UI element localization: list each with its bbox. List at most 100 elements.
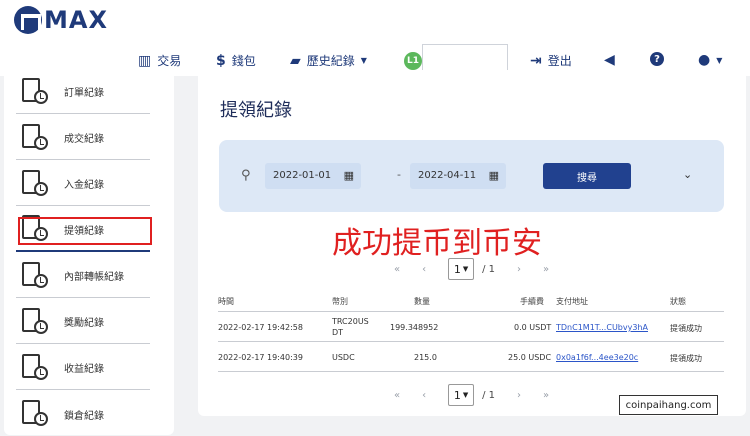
highlight-box bbox=[18, 217, 152, 245]
page-total: / 1 bbox=[482, 389, 496, 401]
sidebar-item-label: 內部轉帳紀錄 bbox=[64, 272, 124, 283]
trade-history-icon bbox=[20, 122, 52, 154]
announcement-button[interactable]: ◀ bbox=[604, 52, 615, 68]
sidebar-item-label: 鎖倉紀錄 bbox=[64, 410, 104, 422]
sidebar-item-deposits[interactable]: 入金紀錄 bbox=[16, 162, 150, 206]
row-address-link[interactable]: TDnC1M1T...CUbvy3hA bbox=[556, 323, 648, 332]
row-status: 提領成功 bbox=[670, 354, 702, 363]
caret-down-icon: ▼ bbox=[360, 56, 367, 65]
header-time: 時間 bbox=[218, 297, 234, 306]
sidebar-item-locked[interactable]: 鎖倉紀錄 bbox=[16, 392, 150, 436]
sidebar-item-earnings[interactable]: 收益紀錄 bbox=[16, 346, 150, 390]
nav-logout[interactable]: ⇥ 登出 bbox=[530, 52, 572, 69]
page-select[interactable]: 1 ▼ bbox=[448, 258, 475, 280]
user-name-box[interactable] bbox=[422, 44, 508, 72]
row-fee: 0.0 USDT bbox=[514, 323, 552, 332]
nav-trade-label: 交易 bbox=[157, 54, 182, 68]
page-select-value: 1 bbox=[453, 388, 461, 402]
sidebar-item-rewards[interactable]: 獎勵紀錄 bbox=[16, 300, 150, 344]
table-header: 時間 幣別 數量 手續費 支付地址 狀態 bbox=[218, 294, 724, 312]
row-currency: USDC bbox=[332, 353, 355, 362]
pager-top: « ‹ 1 ▼ / 1 › » bbox=[394, 258, 549, 280]
pager-bottom: « ‹ 1 ▼ / 1 › » bbox=[394, 384, 549, 406]
sidebar-item-orders[interactable]: 訂單紀錄 bbox=[16, 70, 150, 114]
first-page-button[interactable]: « bbox=[394, 264, 400, 275]
max-logo[interactable]: MAX bbox=[14, 6, 108, 34]
search-button[interactable]: 搜尋 bbox=[543, 163, 631, 189]
sidebar-item-internal-transfers[interactable]: 內部轉帳紀錄 bbox=[16, 254, 150, 298]
header-amount: 數量 bbox=[414, 297, 430, 306]
bar-chart-icon: ▥ bbox=[138, 52, 152, 69]
deposit-icon bbox=[20, 168, 52, 200]
header-currency: 幣別 bbox=[332, 297, 348, 306]
row-fee: 25.0 USDC bbox=[508, 353, 552, 362]
reward-icon bbox=[20, 306, 52, 338]
help-icon: ? bbox=[650, 52, 664, 66]
dollar-icon: $ bbox=[216, 52, 226, 69]
search-icon: ⚲ bbox=[241, 168, 251, 183]
nav-history-label: 歷史紀錄 bbox=[306, 54, 355, 68]
nav-wallet[interactable]: $ 錢包 bbox=[216, 52, 256, 69]
calendar-icon[interactable]: ▦ bbox=[344, 169, 354, 182]
sidebar-item-label: 入金紀錄 bbox=[64, 180, 104, 191]
logo-text: MAX bbox=[44, 6, 108, 34]
chevron-down-icon: ▼ bbox=[462, 391, 469, 399]
watermark: coinpaihang.com bbox=[619, 395, 718, 415]
chevron-down-icon[interactable]: ⌄ bbox=[683, 168, 692, 181]
row-time: 2022-02-17 19:42:58 bbox=[218, 323, 303, 332]
level-badge: L1 bbox=[404, 52, 422, 70]
row-currency: TRC20US DT bbox=[332, 317, 369, 337]
prev-page-button[interactable]: ‹ bbox=[422, 264, 426, 275]
row-address-link[interactable]: 0x0a1f6f...4ee3e20c bbox=[556, 353, 638, 362]
nav-history[interactable]: ▰ 歷史紀錄 ▼ bbox=[290, 52, 367, 69]
annotation-text: 成功提币到币安 bbox=[332, 226, 542, 261]
row-amount: 199.348952 bbox=[390, 323, 439, 332]
earnings-icon bbox=[20, 352, 52, 384]
start-date-input[interactable]: 2022-01-01 ▦ bbox=[265, 163, 361, 189]
book-icon: ▰ bbox=[290, 52, 301, 69]
filter-panel: ⚲ 2022-01-01 ▦ - 2022-04-11 ▦ 搜尋 ⌄ bbox=[219, 140, 724, 212]
date-separator: - bbox=[397, 168, 401, 181]
table-row: 2022-02-17 19:40:39 USDC 215.0 25.0 USDC… bbox=[218, 342, 724, 372]
row-amount: 215.0 bbox=[414, 353, 437, 362]
caret-down-icon: ▼ bbox=[716, 55, 723, 65]
prev-page-button[interactable]: ‹ bbox=[422, 390, 426, 401]
megaphone-icon: ◀ bbox=[604, 52, 615, 68]
sidebar-item-label: 收益紀錄 bbox=[64, 364, 104, 375]
page-title: 提領紀錄 bbox=[220, 100, 292, 121]
transfer-icon bbox=[20, 260, 52, 292]
last-page-button[interactable]: » bbox=[543, 390, 549, 401]
nav-logout-label: 登出 bbox=[547, 54, 572, 68]
page-select-value: 1 bbox=[453, 262, 461, 276]
row-status: 提領成功 bbox=[670, 324, 702, 333]
first-page-button[interactable]: « bbox=[394, 390, 400, 401]
logout-icon: ⇥ bbox=[530, 52, 542, 69]
page-total: / 1 bbox=[482, 263, 496, 275]
calendar-icon[interactable]: ▦ bbox=[489, 169, 499, 182]
header-address: 支付地址 bbox=[556, 297, 588, 306]
end-date-value: 2022-04-11 bbox=[418, 170, 477, 181]
page-select[interactable]: 1 ▼ bbox=[448, 384, 475, 406]
header-fee: 手續費 bbox=[520, 297, 544, 306]
end-date-input[interactable]: 2022-04-11 ▦ bbox=[410, 163, 506, 189]
order-history-icon bbox=[20, 76, 52, 108]
sidebar-item-label: 訂單紀錄 bbox=[64, 88, 104, 99]
chevron-down-icon: ▼ bbox=[462, 265, 469, 273]
piggy-bank-icon bbox=[20, 398, 52, 430]
next-page-button[interactable]: › bbox=[517, 264, 521, 275]
sidebar-item-label: 獎勵紀錄 bbox=[64, 318, 104, 329]
language-button[interactable]: ● ▼ bbox=[698, 52, 722, 68]
next-page-button[interactable]: › bbox=[517, 390, 521, 401]
nav-trade[interactable]: ▥ 交易 bbox=[138, 52, 181, 69]
help-button[interactable]: ? bbox=[650, 52, 664, 66]
sidebar-item-trades[interactable]: 成交紀錄 bbox=[16, 116, 150, 160]
table-row: 2022-02-17 19:42:58 TRC20US DT 199.34895… bbox=[218, 312, 724, 342]
sidebar-item-label: 成交紀錄 bbox=[64, 134, 104, 145]
globe-icon: ● bbox=[698, 52, 711, 68]
header-status: 狀態 bbox=[670, 297, 686, 306]
nav-wallet-label: 錢包 bbox=[231, 54, 256, 68]
user-level[interactable]: L1 bbox=[404, 52, 422, 70]
row-time: 2022-02-17 19:40:39 bbox=[218, 353, 303, 362]
max-logo-icon bbox=[14, 6, 42, 34]
last-page-button[interactable]: » bbox=[543, 264, 549, 275]
